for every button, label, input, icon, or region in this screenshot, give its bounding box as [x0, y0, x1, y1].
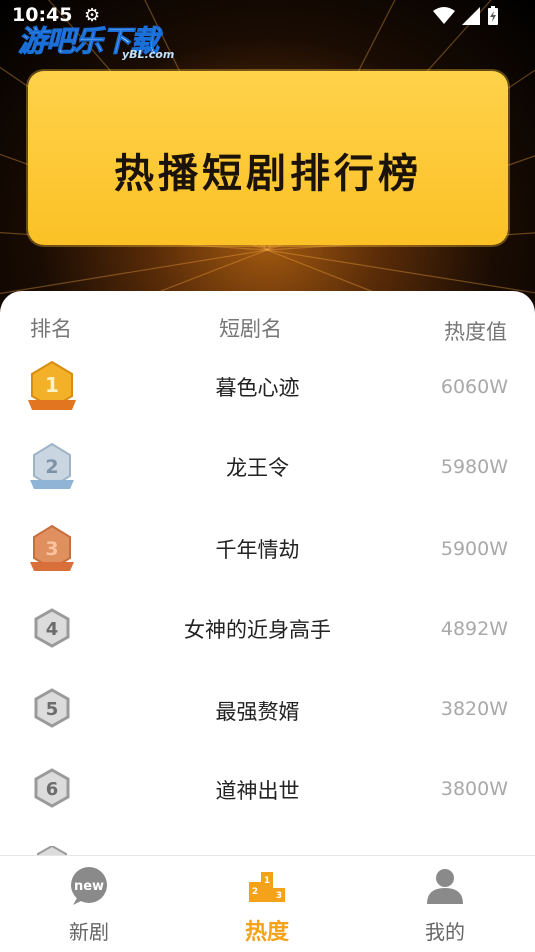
drama-name: 暮色心迹 — [215, 376, 300, 400]
heat-value: 5900W — [440, 538, 508, 560]
rank-badge-icon: 4 — [34, 608, 70, 648]
drama-name: 女神的近身高手 — [184, 618, 331, 642]
new-icon: new — [71, 867, 107, 905]
tab-label: 我的 — [425, 920, 465, 944]
silver-medal-icon: 2 — [30, 442, 74, 489]
heat-value: 3820W — [440, 698, 508, 720]
tab-new[interactable]: new 新剧 — [34, 856, 144, 952]
svg-text:3: 3 — [276, 891, 282, 901]
svg-text:1: 1 — [264, 876, 270, 886]
tab-mine[interactable]: 我的 — [390, 856, 500, 952]
signal-icon — [462, 7, 480, 25]
ranking-banner: 热播短剧排行榜 — [28, 71, 508, 245]
heat-value: 5980W — [440, 456, 508, 478]
svg-text:new: new — [74, 879, 104, 894]
banner-title: 热播短剧排行榜 — [114, 151, 422, 197]
watermark-logo: 游吧乐下载 yBL.com — [17, 24, 175, 62]
drama-name: 千年情劫 — [215, 538, 300, 562]
svg-text:1: 1 — [45, 373, 59, 397]
wifi-icon — [433, 7, 455, 24]
person-icon — [427, 869, 463, 904]
tab-hot[interactable]: 1 2 3 热度 — [212, 856, 322, 952]
svg-text:3: 3 — [45, 538, 58, 560]
rank-badge-icon: 5 — [34, 688, 70, 728]
bronze-medal-icon: 3 — [30, 524, 74, 571]
header-heat: 热度值 — [444, 320, 507, 344]
svg-text:4: 4 — [46, 619, 59, 640]
tab-label: 新剧 — [69, 920, 109, 944]
heat-value: 6060W — [440, 376, 508, 398]
heat-value: 3800W — [440, 778, 508, 800]
podium-icon: 1 2 3 — [249, 872, 285, 902]
bottom-tab-bar: new 新剧 1 2 3 热度 我的 — [0, 855, 535, 952]
heat-value: 4892W — [440, 618, 508, 640]
svg-text:2: 2 — [45, 456, 58, 478]
tab-label: 热度 — [244, 920, 289, 945]
battery-icon — [488, 6, 498, 25]
svg-text:5: 5 — [46, 699, 59, 720]
header-rank: 排名 — [30, 317, 72, 341]
drama-name: 道神出世 — [215, 779, 300, 803]
svg-text:6: 6 — [46, 779, 59, 800]
ranking-row-4[interactable]: 4 女神的近身高手 4892W — [0, 602, 535, 682]
ranking-row-2[interactable]: 2 龙王令 5980W — [0, 440, 535, 520]
ranking-row-3[interactable]: 3 千年情劫 5900W — [0, 522, 535, 602]
ranking-row-1[interactable]: 1 暮色心迹 6060W — [0, 360, 535, 440]
ranking-row-5[interactable]: 5 最强赘婿 3820W — [0, 682, 535, 762]
rank-badge-icon: 6 — [34, 768, 70, 808]
gold-medal-icon: 1 — [28, 360, 76, 410]
header-name: 短剧名 — [219, 317, 282, 341]
drama-name: 最强赘婿 — [215, 700, 300, 724]
svg-text:2: 2 — [252, 887, 258, 897]
drama-name: 龙王令 — [226, 456, 289, 480]
ranking-row-6[interactable]: 6 道神出世 3800W — [0, 762, 535, 842]
